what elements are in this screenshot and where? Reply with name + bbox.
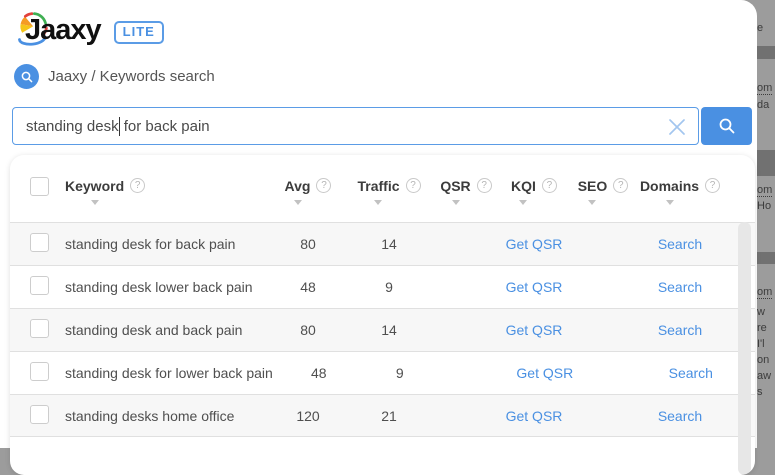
background-text: Ho bbox=[757, 200, 772, 212]
sort-caret-icon[interactable] bbox=[588, 200, 597, 205]
help-icon[interactable]: ? bbox=[405, 178, 421, 193]
table-row: standing desk for back pain 80 14 Get QS… bbox=[10, 222, 755, 265]
help-icon[interactable]: ? bbox=[316, 178, 332, 193]
keyword-cell: standing desk and back pain bbox=[65, 322, 243, 338]
avg-cell: 120 bbox=[296, 407, 320, 424]
background-text: w bbox=[757, 306, 765, 318]
row-checkbox[interactable] bbox=[30, 404, 49, 424]
background-text: om bbox=[757, 286, 773, 299]
background-text: aw bbox=[757, 370, 772, 382]
help-icon[interactable]: ? bbox=[130, 178, 146, 193]
help-icon[interactable]: ? bbox=[705, 178, 721, 193]
sort-caret-icon[interactable] bbox=[665, 200, 674, 205]
get-qsr-link[interactable]: Get QSR bbox=[506, 408, 563, 424]
logo: Jaaxy LITE bbox=[14, 8, 164, 52]
col-header-traffic[interactable]: Traffic bbox=[357, 178, 399, 195]
search-input-text: standing desk bbox=[26, 117, 119, 135]
sort-caret-icon[interactable] bbox=[519, 200, 528, 205]
sort-caret-icon[interactable] bbox=[90, 200, 99, 205]
background-band bbox=[755, 46, 775, 59]
sort-caret-icon[interactable] bbox=[293, 200, 302, 205]
get-qsr-link[interactable]: Get QSR bbox=[516, 365, 573, 381]
screen: e om da om Ho om w re I'l on aw s Jaaxy … bbox=[0, 0, 775, 475]
traffic-cell: 9 bbox=[385, 279, 393, 295]
search-input-text: for back pain bbox=[119, 117, 210, 135]
keyword-cell: standing desk lower back pain bbox=[65, 279, 253, 295]
table-scrollbar[interactable] bbox=[738, 222, 751, 475]
traffic-cell: 14 bbox=[381, 236, 397, 252]
background-text: da bbox=[757, 99, 770, 111]
avg-cell: 80 bbox=[300, 322, 316, 338]
search-icon bbox=[14, 64, 39, 89]
lite-badge: LITE bbox=[113, 20, 164, 44]
background-text: re bbox=[757, 322, 767, 334]
traffic-cell: 14 bbox=[381, 322, 397, 338]
help-icon[interactable]: ? bbox=[476, 178, 492, 193]
table-row: standing desk lower back pain 48 9 Get Q… bbox=[10, 265, 755, 308]
domain-search-link[interactable]: Search bbox=[658, 279, 702, 295]
row-checkbox[interactable] bbox=[30, 276, 49, 295]
get-qsr-link[interactable]: Get QSR bbox=[506, 236, 563, 252]
get-qsr-link[interactable]: Get QSR bbox=[506, 322, 563, 338]
col-header-avg[interactable]: Avg bbox=[285, 178, 311, 195]
background-band bbox=[755, 252, 775, 264]
avg-cell: 80 bbox=[300, 236, 316, 252]
domain-search-link[interactable]: Search bbox=[658, 322, 702, 338]
domain-search-link[interactable]: Search bbox=[658, 236, 702, 252]
background-text: s bbox=[757, 386, 763, 398]
row-checkbox[interactable] bbox=[30, 362, 49, 381]
background-band bbox=[755, 150, 775, 176]
avg-cell: 48 bbox=[311, 365, 327, 381]
traffic-cell: 9 bbox=[395, 365, 404, 381]
domain-search-link[interactable]: Search bbox=[658, 408, 702, 424]
select-all-checkbox[interactable] bbox=[30, 176, 49, 196]
background-text: I'l bbox=[757, 338, 765, 350]
help-icon[interactable]: ? bbox=[613, 178, 629, 193]
row-checkbox[interactable] bbox=[30, 319, 49, 338]
keyword-cell: standing desks home office bbox=[65, 407, 235, 424]
search-input[interactable]: standing desk for back pain bbox=[12, 107, 699, 145]
sort-caret-icon[interactable] bbox=[451, 200, 460, 205]
background-text: om bbox=[757, 82, 773, 95]
breadcrumb-label: Jaaxy / Keywords search bbox=[48, 68, 215, 85]
keyword-cell: standing desk for back pain bbox=[65, 236, 236, 252]
background-page: e om da om Ho om w re I'l on aw s bbox=[755, 0, 775, 448]
results-card: Keyword ? Avg ? Traffic ? QSR ? KQI ? SE… bbox=[10, 155, 755, 475]
col-header-keyword[interactable]: Keyword bbox=[65, 178, 124, 195]
background-text: om bbox=[757, 184, 773, 197]
domain-search-link[interactable]: Search bbox=[669, 365, 713, 381]
search-submit-button[interactable] bbox=[701, 107, 752, 145]
search-icon bbox=[719, 118, 734, 134]
traffic-cell: 21 bbox=[381, 407, 397, 424]
table-row: standing desks home office 120 21 Get QS… bbox=[10, 394, 755, 437]
logo-wordmark: Jaaxy bbox=[25, 14, 102, 46]
col-header-qsr[interactable]: QSR bbox=[440, 178, 470, 195]
avg-cell: 48 bbox=[300, 279, 316, 295]
table-row: standing desk and back pain 80 14 Get QS… bbox=[10, 308, 755, 351]
keyword-cell: standing desk for lower back pain bbox=[65, 365, 273, 381]
sort-caret-icon[interactable] bbox=[374, 200, 383, 205]
background-text: on bbox=[757, 354, 770, 366]
col-header-domains[interactable]: Domains bbox=[640, 178, 699, 195]
col-header-seo[interactable]: SEO bbox=[578, 178, 608, 195]
table-row: standing desk for lower back pain 48 9 G… bbox=[10, 351, 755, 394]
help-icon[interactable]: ? bbox=[541, 178, 557, 193]
row-checkbox[interactable] bbox=[30, 233, 49, 252]
breadcrumb: Jaaxy / Keywords search bbox=[14, 64, 215, 89]
search-bar: standing desk for back pain bbox=[12, 107, 752, 145]
col-header-kqi[interactable]: KQI bbox=[511, 178, 536, 195]
table-header: Keyword ? Avg ? Traffic ? QSR ? KQI ? SE… bbox=[10, 155, 755, 222]
jaaxy-panel: Jaaxy LITE Jaaxy / Keywords search stand… bbox=[0, 0, 757, 475]
clear-x-icon[interactable] bbox=[666, 116, 688, 138]
background-text: e bbox=[757, 22, 764, 34]
get-qsr-link[interactable]: Get QSR bbox=[506, 279, 563, 295]
